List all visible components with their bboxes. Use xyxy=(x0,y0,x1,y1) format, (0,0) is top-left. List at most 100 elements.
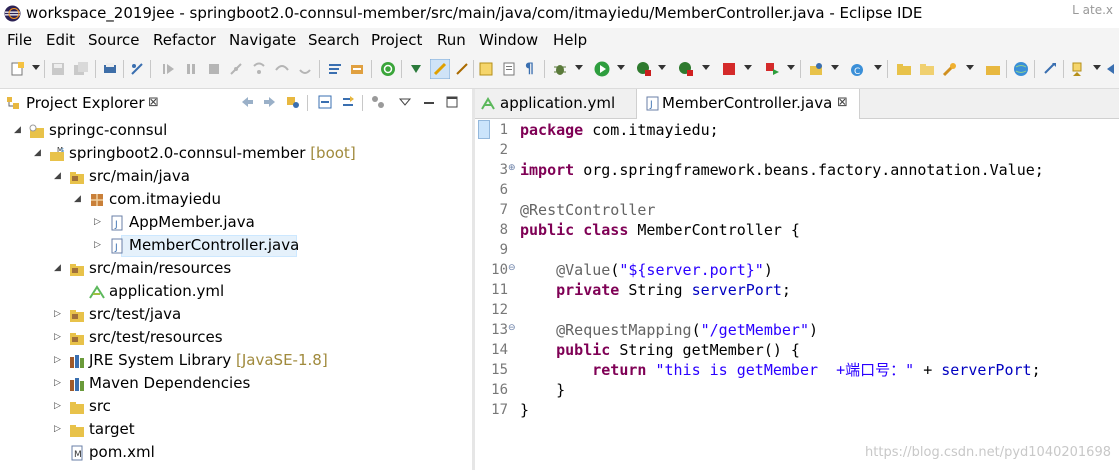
next-annotation-icon[interactable] xyxy=(478,61,494,77)
step-return-icon[interactable] xyxy=(297,61,313,77)
new-java-project-dropdown-icon[interactable] xyxy=(831,65,839,70)
toggle-whitespace-icon[interactable] xyxy=(501,61,517,77)
open-folder-icon[interactable] xyxy=(985,61,1001,77)
open-task-icon[interactable] xyxy=(408,61,424,77)
code-line[interactable]: } xyxy=(520,400,529,420)
menu-source[interactable]: Source xyxy=(88,31,140,49)
debug-dropdown-icon[interactable] xyxy=(575,65,583,70)
new-class-dropdown-icon[interactable] xyxy=(874,65,882,70)
tree-item[interactable]: ◢ src/main/java xyxy=(0,166,470,188)
run-icon[interactable] xyxy=(594,61,610,77)
tree-item[interactable]: ▷ JRE System Library [JavaSE-1.8] xyxy=(0,350,470,372)
link-editor-icon[interactable] xyxy=(341,95,355,109)
step-into-icon[interactable] xyxy=(251,61,267,77)
stop-dropdown-icon[interactable] xyxy=(744,65,752,70)
collapsed-twisty-icon[interactable]: ▷ xyxy=(54,332,61,342)
tree-item[interactable]: ▷ J MemberController.java xyxy=(0,235,470,257)
run-dropdown-icon[interactable] xyxy=(617,65,625,70)
menu-run[interactable]: Run xyxy=(437,31,466,49)
deploy-icon[interactable] xyxy=(764,61,780,77)
project-explorer-tab[interactable]: Project Explorer ⊠ xyxy=(0,89,166,117)
menu-navigate[interactable]: Navigate xyxy=(229,31,296,49)
code-line[interactable]: @RestController xyxy=(520,200,655,220)
collapsed-twisty-icon[interactable]: ▷ xyxy=(54,401,61,411)
globe-icon[interactable] xyxy=(1013,61,1029,77)
collapse-fold-icon[interactable]: ⊖ xyxy=(508,323,516,333)
new-icon[interactable] xyxy=(9,61,25,77)
menu-search[interactable]: Search xyxy=(308,31,360,49)
tree-item[interactable]: ◢ com.itmayiedu xyxy=(0,189,470,211)
menu-window[interactable]: Window xyxy=(479,31,538,49)
tree-item[interactable]: ◢ Ms springboot2.0-connsul-member [boot] xyxy=(0,143,470,165)
coverage-dropdown-icon[interactable] xyxy=(658,65,666,70)
external-tools-dropdown-icon[interactable] xyxy=(702,65,710,70)
expanded-twisty-icon[interactable]: ◢ xyxy=(54,171,61,181)
filters-icon[interactable] xyxy=(371,95,385,109)
tree-item[interactable]: ◢ springc-connsul xyxy=(0,120,470,142)
tree-item[interactable]: ▷ Maven Dependencies xyxy=(0,373,470,395)
code-line[interactable]: } xyxy=(520,380,565,400)
new-class-icon[interactable]: C xyxy=(850,61,866,77)
menu-edit[interactable]: Edit xyxy=(46,31,75,49)
search-dropdown-icon[interactable] xyxy=(966,65,974,70)
code-line[interactable]: package com.itmayiedu; xyxy=(520,120,719,140)
mark-occurrences-icon[interactable] xyxy=(430,59,450,79)
code-line[interactable]: @Value("${server.port}") xyxy=(520,260,773,280)
code-line[interactable]: @RequestMapping("/getMember") xyxy=(520,320,818,340)
forward-icon[interactable] xyxy=(263,95,277,109)
close-icon[interactable]: ⊠ xyxy=(148,95,159,110)
menu-help[interactable]: Help xyxy=(553,31,587,49)
expanded-twisty-icon[interactable]: ◢ xyxy=(14,125,21,135)
debug-icon[interactable] xyxy=(552,61,568,77)
save-icon[interactable] xyxy=(50,61,66,77)
save-all-icon[interactable] xyxy=(73,61,89,77)
collapsed-twisty-icon[interactable]: ▷ xyxy=(54,378,61,388)
open-task-icon-2[interactable] xyxy=(919,61,935,77)
resume-icon[interactable] xyxy=(160,61,176,77)
collapsed-twisty-icon[interactable]: ▷ xyxy=(94,217,101,227)
close-icon[interactable]: ⊠ xyxy=(837,95,848,110)
expanded-twisty-icon[interactable]: ◢ xyxy=(34,148,41,158)
search-icon[interactable] xyxy=(942,61,958,77)
code-line[interactable]: public class MemberController { xyxy=(520,220,800,240)
new-dropdown-icon[interactable] xyxy=(32,65,40,70)
print-icon[interactable] xyxy=(102,61,118,77)
next-edit-icon[interactable] xyxy=(1042,61,1058,77)
code-line[interactable]: return "this is getMember +端口号：" + serve… xyxy=(520,360,1040,380)
tree-item[interactable]: ▷ src xyxy=(0,396,470,418)
tree-item[interactable]: ▷ J AppMember.java xyxy=(0,212,470,234)
collapsed-twisty-icon[interactable]: ▷ xyxy=(54,309,61,319)
tab-application-yml[interactable]: application.yml xyxy=(475,89,635,118)
minimize-icon[interactable] xyxy=(422,95,436,109)
external-tools-icon[interactable] xyxy=(678,61,694,77)
menu-file[interactable]: File xyxy=(7,31,32,49)
collapse-all-icon[interactable] xyxy=(318,95,332,109)
deploy-dropdown-icon[interactable] xyxy=(787,65,795,70)
drop-to-frame-icon[interactable] xyxy=(349,61,365,77)
back-icon[interactable] xyxy=(240,95,254,109)
link-with-editor-icon[interactable] xyxy=(286,95,300,109)
collapse-fold-icon[interactable]: ⊖ xyxy=(508,263,516,273)
spring-icon[interactable] xyxy=(380,61,396,77)
tree-item[interactable]: ▷ src/test/resources xyxy=(0,327,470,349)
expanded-twisty-icon[interactable]: ◢ xyxy=(74,194,81,204)
expanded-twisty-icon[interactable]: ◢ xyxy=(54,263,61,273)
terminate-icon[interactable] xyxy=(206,61,222,77)
use-step-filters-icon[interactable] xyxy=(327,61,343,77)
tree-item[interactable]: Mpom.xml xyxy=(0,442,470,464)
open-type-icon[interactable] xyxy=(896,61,912,77)
collapsed-twisty-icon[interactable]: ▷ xyxy=(94,240,101,250)
toggle-block-icon[interactable] xyxy=(454,61,470,77)
code-line[interactable]: import org.springframework.beans.factory… xyxy=(520,160,1044,180)
view-menu-icon[interactable] xyxy=(398,95,412,109)
pilcrow-icon[interactable]: ¶ xyxy=(525,61,541,77)
tab-membercontroller-java[interactable]: J MemberController.java ⊠ xyxy=(636,89,860,119)
back-icon[interactable] xyxy=(1105,61,1119,77)
collapsed-twisty-icon[interactable]: ▷ xyxy=(54,355,61,365)
step-over-icon[interactable] xyxy=(274,61,290,77)
menu-refactor[interactable]: Refactor xyxy=(153,31,216,49)
disconnect-icon[interactable] xyxy=(228,61,244,77)
tree-item[interactable]: application.yml xyxy=(0,281,470,303)
expand-fold-icon[interactable]: ⊕ xyxy=(508,163,516,173)
code-line[interactable]: public String getMember() { xyxy=(520,340,800,360)
